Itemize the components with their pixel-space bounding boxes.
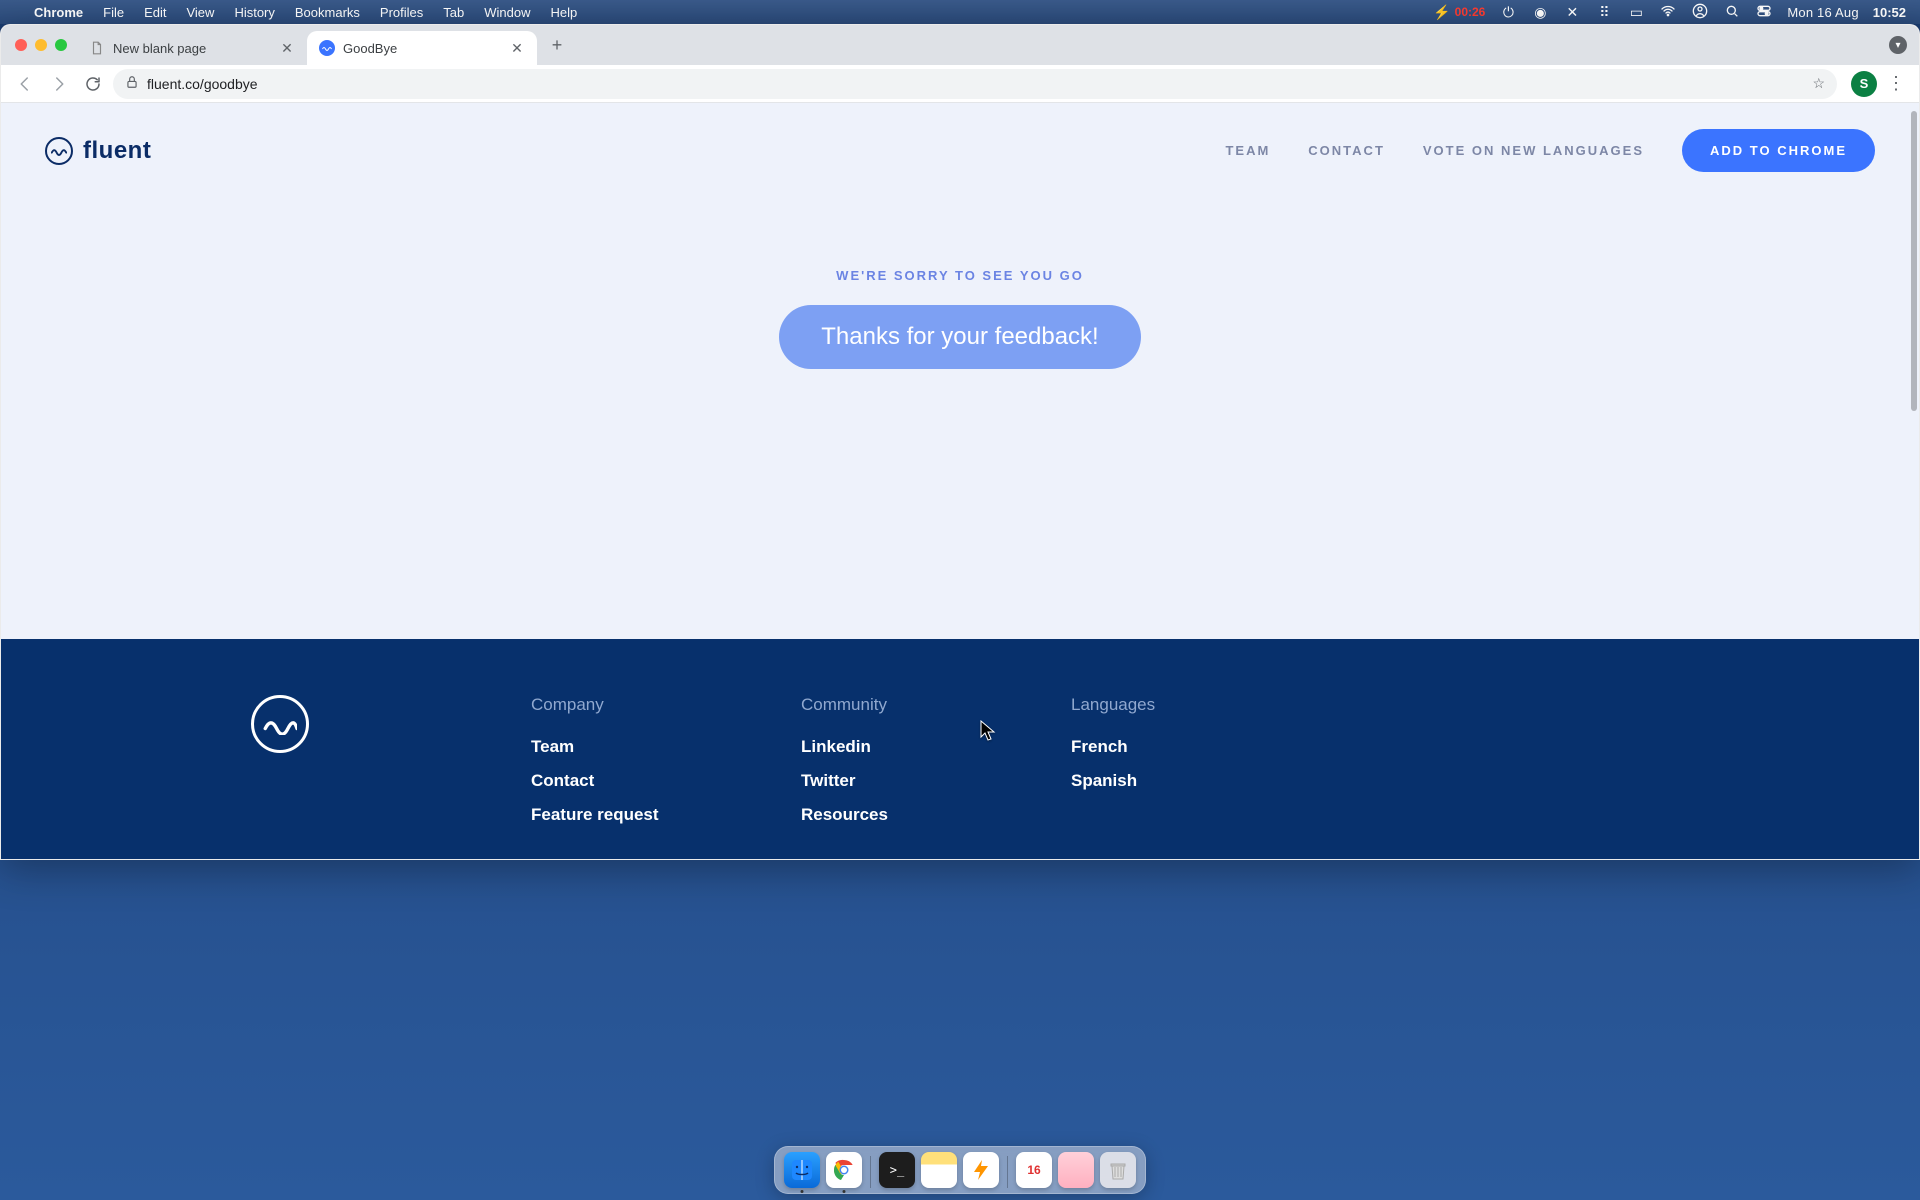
footer-logomark-icon	[251, 695, 309, 753]
dock-app-finder[interactable]	[784, 1152, 820, 1188]
footer-link-twitter[interactable]: Twitter	[801, 771, 1031, 791]
menubar-profiles[interactable]: Profiles	[370, 5, 433, 20]
browser-toolbar: fluent.co/goodbye ☆ S ⋮	[1, 65, 1919, 103]
menubar-bookmarks[interactable]: Bookmarks	[285, 5, 370, 20]
dock-separator	[870, 1156, 871, 1188]
address-bar[interactable]: fluent.co/goodbye ☆	[113, 69, 1837, 99]
lock-icon[interactable]	[125, 75, 139, 92]
menubar-tab[interactable]: Tab	[433, 5, 474, 20]
dock-separator	[1007, 1156, 1008, 1188]
window-minimize-button[interactable]	[35, 39, 47, 51]
footer-col-languages: Languages French Spanish	[1071, 695, 1301, 839]
menubar-history[interactable]: History	[224, 5, 284, 20]
url-text: fluent.co/goodbye	[147, 76, 1804, 92]
menubar-help[interactable]: Help	[541, 5, 588, 20]
footer-heading-community: Community	[801, 695, 1031, 715]
menubar-dots-icon[interactable]: ⠿	[1595, 4, 1613, 21]
battery-status[interactable]: ⚡ 00:26	[1433, 4, 1485, 21]
page-viewport[interactable]: fluent TEAM CONTACT VOTE ON NEW LANGUAGE…	[1, 103, 1919, 859]
mac-dock: >_ 16	[774, 1146, 1146, 1194]
menubar-spotlight-icon[interactable]	[1723, 3, 1741, 22]
tab-close-button[interactable]: ✕	[279, 40, 295, 56]
footer-link-resources[interactable]: Resources	[801, 805, 1031, 825]
menubar-wifi-icon[interactable]	[1659, 3, 1677, 22]
dock-app-terminal[interactable]: >_	[879, 1152, 915, 1188]
eyebrow-text: WE'RE SORRY TO SEE YOU GO	[1, 268, 1919, 283]
site-header: fluent TEAM CONTACT VOTE ON NEW LANGUAGE…	[1, 103, 1919, 198]
tab-close-button[interactable]: ✕	[509, 40, 525, 56]
chrome-menu-button[interactable]: ⋮	[1883, 71, 1909, 97]
fluent-logo[interactable]: fluent	[45, 137, 151, 165]
footer-link-feature-request[interactable]: Feature request	[531, 805, 761, 825]
back-button[interactable]	[11, 70, 39, 98]
viewport-scrollbar[interactable]	[1911, 111, 1917, 411]
footer-link-spanish[interactable]: Spanish	[1071, 771, 1301, 791]
goodbye-hero: WE'RE SORRY TO SEE YOU GO Thanks for you…	[1, 198, 1919, 369]
dock-app-folder[interactable]	[1058, 1152, 1094, 1188]
window-zoom-button[interactable]	[55, 39, 67, 51]
menubar-date[interactable]: Mon 16 Aug	[1787, 5, 1858, 20]
dock-app-calendar[interactable]: 16	[1016, 1152, 1052, 1188]
menubar-clock[interactable]: 10:52	[1873, 5, 1906, 20]
footer-col-company: Company Team Contact Feature request	[531, 695, 761, 839]
footer-link-linkedin[interactable]: Linkedin	[801, 737, 1031, 757]
chrome-window: New blank page ✕ GoodBye ✕ + ▾ fluent.co…	[0, 24, 1920, 860]
site-nav: TEAM CONTACT VOTE ON NEW LANGUAGES ADD T…	[1225, 129, 1875, 172]
reload-button[interactable]	[79, 70, 107, 98]
dock-app-chrome[interactable]	[826, 1152, 862, 1188]
forward-button	[45, 70, 73, 98]
nav-vote-languages[interactable]: VOTE ON NEW LANGUAGES	[1423, 143, 1644, 158]
footer-link-french[interactable]: French	[1071, 737, 1301, 757]
battery-charging-icon: ⚡	[1433, 4, 1450, 21]
menubar-edit[interactable]: Edit	[134, 5, 176, 20]
tab-goodbye[interactable]: GoodBye ✕	[307, 31, 537, 65]
window-controls	[11, 39, 77, 51]
menubar-play-icon[interactable]: ◉	[1531, 4, 1549, 21]
tab-title: New blank page	[113, 41, 271, 56]
bookmark-star-icon[interactable]: ☆	[1812, 75, 1825, 92]
dock-app-bolt[interactable]	[963, 1152, 999, 1188]
page-favicon-icon	[89, 40, 105, 56]
nav-team[interactable]: TEAM	[1225, 143, 1270, 158]
menubar-tool-icon[interactable]: ✕	[1563, 4, 1581, 21]
menubar-view[interactable]: View	[176, 5, 224, 20]
menubar-app-name[interactable]: Chrome	[24, 5, 93, 20]
menubar-battery-icon[interactable]: ▭	[1627, 4, 1645, 21]
menubar-window[interactable]: Window	[474, 5, 540, 20]
fluent-logomark-icon	[45, 137, 73, 165]
tab-new-blank-page[interactable]: New blank page ✕	[77, 31, 307, 65]
footer-heading-languages: Languages	[1071, 695, 1301, 715]
mac-menubar: Chrome File Edit View History Bookmarks …	[0, 0, 1920, 24]
tab-strip: New blank page ✕ GoodBye ✕ + ▾	[1, 25, 1919, 65]
tab-title: GoodBye	[343, 41, 501, 56]
menubar-control-center-icon[interactable]	[1755, 3, 1773, 22]
profile-avatar[interactable]: S	[1851, 71, 1877, 97]
thanks-pill: Thanks for your feedback!	[779, 305, 1140, 369]
battery-time-remaining: 00:26	[1455, 5, 1486, 19]
site-footer: Company Team Contact Feature request Com…	[1, 639, 1919, 859]
dock-app-notes[interactable]	[921, 1152, 957, 1188]
window-close-button[interactable]	[15, 39, 27, 51]
nav-contact[interactable]: CONTACT	[1308, 143, 1385, 158]
menubar-file[interactable]: File	[93, 5, 134, 20]
fluent-favicon-icon	[319, 40, 335, 56]
menubar-user-icon[interactable]	[1691, 3, 1709, 22]
footer-link-team[interactable]: Team	[531, 737, 761, 757]
fluent-wordmark: fluent	[83, 137, 151, 165]
menubar-bolt-icon[interactable]: ⏻	[1499, 4, 1517, 21]
add-to-chrome-button[interactable]: ADD TO CHROME	[1682, 129, 1875, 172]
dock-app-trash[interactable]	[1100, 1152, 1136, 1188]
footer-heading-company: Company	[531, 695, 761, 715]
footer-link-contact[interactable]: Contact	[531, 771, 761, 791]
tab-search-button[interactable]: ▾	[1889, 36, 1907, 54]
footer-col-community: Community Linkedin Twitter Resources	[801, 695, 1031, 839]
new-tab-button[interactable]: +	[543, 31, 571, 59]
